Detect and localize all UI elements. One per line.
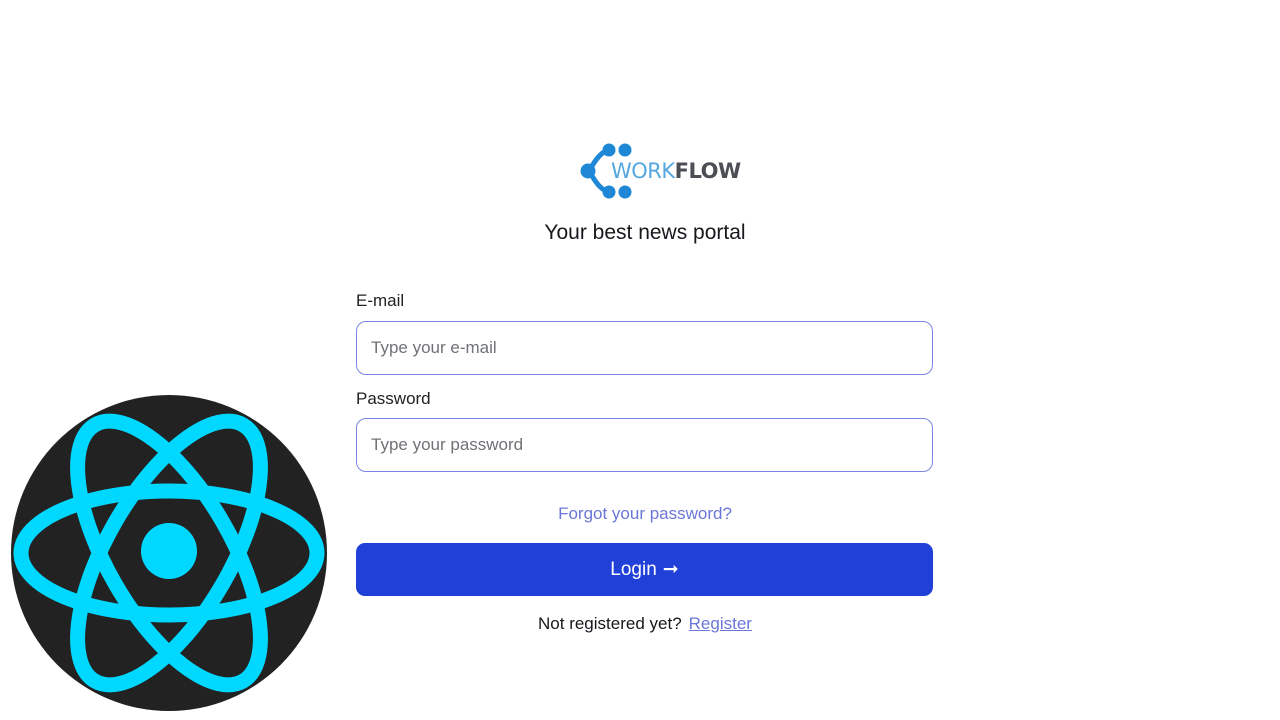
email-field[interactable] [356, 321, 933, 375]
email-label: E-mail [356, 291, 405, 310]
register-prompt: Not registered yet? [538, 614, 682, 633]
login-button[interactable]: Login ➞ [356, 543, 933, 596]
password-label: Password [356, 389, 431, 408]
forgot-password-row: Forgot your password? [356, 503, 934, 525]
wordmark-work: WORK [611, 159, 675, 183]
workflow-logo: WORKFLOW [580, 140, 741, 202]
password-field[interactable] [356, 418, 933, 472]
register-link[interactable]: Register [689, 614, 752, 633]
login-page: WORKFLOW Your best news portal E-mail Pa… [0, 0, 1280, 720]
wordmark-flow: FLOW [674, 159, 742, 183]
register-row: Not registered yet? Register [356, 613, 934, 635]
tagline: Your best news portal [544, 221, 746, 244]
forgot-password-link[interactable]: Forgot your password? [558, 504, 732, 523]
login-button-label: Login [610, 558, 657, 580]
react-logo-icon [9, 393, 329, 713]
workflow-wordmark: WORKFLOW [611, 157, 741, 185]
arrow-right-icon: ➞ [662, 559, 679, 580]
